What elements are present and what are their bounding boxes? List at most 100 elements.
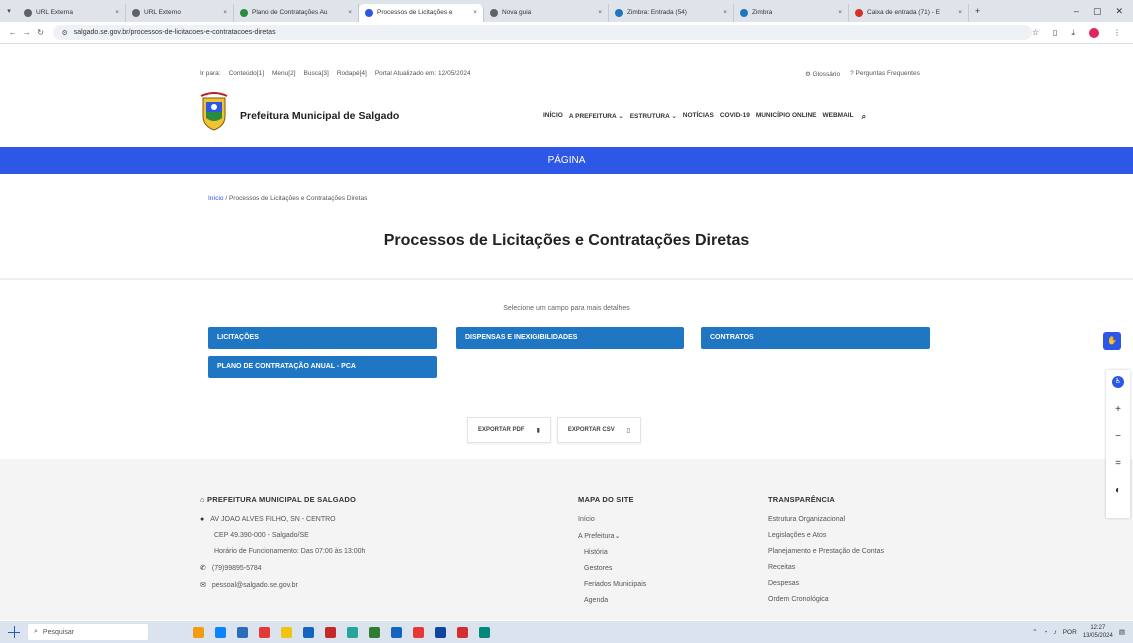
close-icon[interactable]: ×	[473, 9, 477, 16]
word-icon[interactable]	[391, 626, 402, 638]
coat-of-arms-logo[interactable]	[200, 92, 228, 132]
export-pdf-button[interactable]: EXPORTAR PDF ▮	[467, 417, 551, 443]
browser-tab[interactable]: Nova guia ×	[484, 3, 609, 22]
home-icon: ⌂	[200, 495, 205, 504]
new-tab-icon[interactable]: +	[975, 6, 980, 16]
nav-prefeitura[interactable]: A PREFEITURA ⌄	[569, 112, 624, 122]
download-icon[interactable]: ⤓	[1071, 28, 1075, 38]
weather-icon[interactable]	[193, 626, 204, 638]
reload-icon[interactable]: ↻	[34, 28, 48, 37]
transparency-link[interactable]: Receitas	[768, 564, 884, 571]
forward-icon[interactable]: →	[20, 28, 34, 37]
edge-icon[interactable]	[215, 626, 226, 638]
nav-inicio[interactable]: INÍCIO	[543, 112, 563, 122]
close-icon[interactable]: ×	[115, 9, 119, 16]
close-icon[interactable]: ×	[598, 9, 602, 16]
font-reset-icon[interactable]: =	[1115, 458, 1121, 469]
faq-link[interactable]: ? Perguntas Frequentes	[850, 70, 920, 78]
pdf-reader-icon[interactable]	[457, 626, 468, 638]
browser-tab[interactable]: URL Externa ×	[18, 3, 126, 22]
tab-search-icon[interactable]: ▾	[0, 7, 18, 15]
browser-tab[interactable]: URL Externo ×	[126, 3, 234, 22]
sitemap-link[interactable]: Gestores	[578, 565, 646, 572]
search-icon[interactable]: ⌕	[862, 112, 866, 122]
footer-email[interactable]: ✉ pessoal@salgado.se.gov.br	[200, 581, 365, 589]
skip-search-link[interactable]: Busca[3]	[304, 70, 329, 77]
dispensas-button[interactable]: DISPENSAS E INEXIGIBILIDADES	[456, 327, 684, 349]
transparency-link[interactable]: Despesas	[768, 580, 884, 587]
vlibras-button[interactable]: ✋	[1103, 332, 1121, 350]
licitacoes-button[interactable]: LICITAÇÕES	[208, 327, 437, 349]
transparency-link[interactable]: Legislações e Atos	[768, 532, 884, 539]
export-csv-button[interactable]: EXPORTAR CSV ▯	[556, 417, 642, 443]
site-name[interactable]: Prefeitura Municipal de Salgado	[240, 110, 399, 122]
browser-tab-active[interactable]: Processos de Licitações e ×	[359, 3, 484, 22]
excel-icon[interactable]	[369, 626, 380, 638]
close-icon[interactable]: ×	[958, 9, 962, 16]
transparency-link[interactable]: Ordem Cronológica	[768, 596, 884, 603]
browser-tab[interactable]: Zimbra ×	[734, 3, 849, 22]
close-icon[interactable]: ×	[838, 9, 842, 16]
app-icon[interactable]	[479, 626, 490, 638]
tray-chevron-icon[interactable]: ⌃	[1032, 628, 1037, 636]
browser-tab[interactable]: Zimbra: Entrada (54) ×	[609, 3, 734, 22]
profile-avatar[interactable]	[1089, 27, 1099, 38]
skip-footer-link[interactable]: Rodapé[4]	[337, 70, 367, 77]
close-window-icon[interactable]: ✕	[1115, 6, 1123, 17]
windows-start-icon[interactable]	[8, 626, 20, 638]
nav-webmail[interactable]: WEBMAIL	[823, 112, 854, 122]
url-input[interactable]: ⚙ salgado.se.gov.br/processos-de-licitac…	[53, 25, 1032, 40]
maximize-icon[interactable]: ▢	[1093, 6, 1102, 17]
store-icon[interactable]	[303, 626, 314, 638]
close-icon[interactable]: ×	[223, 9, 227, 16]
font-decrease-icon[interactable]: −	[1115, 431, 1121, 442]
sitemap-link[interactable]: A Prefeitura⌄	[578, 532, 646, 540]
back-icon[interactable]: ←	[6, 28, 20, 37]
volume-icon[interactable]: ♪	[1053, 629, 1056, 636]
nav-covid[interactable]: COVID-19	[720, 112, 750, 122]
nav-estrutura[interactable]: ESTRUTURA ⌄	[630, 112, 677, 122]
nav-noticias[interactable]: NOTÍCIAS	[683, 112, 714, 122]
sitemap-link[interactable]: Feriados Municipais	[578, 581, 646, 588]
contratos-button[interactable]: CONTRATOS	[701, 327, 930, 349]
contrast-icon[interactable]: ◐	[1115, 485, 1121, 496]
browser-tab[interactable]: Plano de Contratações Au ×	[234, 3, 359, 22]
lang-indicator[interactable]: POR	[1063, 629, 1077, 636]
transparency-link[interactable]: Planejamento e Prestação de Contas	[768, 548, 884, 555]
chrome-icon[interactable]	[259, 626, 270, 638]
browser-tab[interactable]: Caixa de entrada (71) - E ×	[849, 3, 969, 22]
file-explorer-icon[interactable]	[281, 626, 292, 638]
sitemap-link[interactable]: Início	[578, 516, 646, 523]
font-increase-icon[interactable]: +	[1115, 404, 1121, 415]
minimize-icon[interactable]: –	[1074, 6, 1079, 17]
footer-sitemap-col: MAPA DO SITE Início A Prefeitura⌄ Histór…	[578, 495, 646, 613]
nav-municipio-online[interactable]: MUNICÍPIO ONLINE	[756, 112, 817, 122]
menu-kebab-icon[interactable]: ⋮	[1113, 28, 1121, 37]
close-icon[interactable]: ×	[723, 9, 727, 16]
footer-phone[interactable]: ✆ (79)99895-5784	[200, 564, 365, 572]
bookmark-star-icon[interactable]: ☆	[1032, 28, 1039, 37]
notifications-icon[interactable]: ▤	[1119, 628, 1125, 636]
sidepanel-icon[interactable]: ▯	[1053, 28, 1057, 37]
site-info-icon[interactable]: ⚙	[61, 29, 67, 37]
clock[interactable]: 12:27 13/05/2024	[1083, 624, 1113, 640]
glossary-link[interactable]: ⚙ Glossário	[805, 70, 840, 78]
divider	[0, 278, 1133, 280]
transparency-link[interactable]: Estrutura Organizacional	[768, 516, 884, 523]
app-icon[interactable]	[413, 626, 424, 638]
sitemap-link[interactable]: História	[578, 549, 646, 556]
sitemap-link[interactable]: Agenda	[578, 597, 646, 604]
task-view-icon[interactable]	[237, 626, 248, 638]
close-icon[interactable]: ×	[348, 9, 352, 16]
skip-content-link[interactable]: Conteúdo[1]	[229, 70, 264, 77]
skip-menu-link[interactable]: Menu[2]	[272, 70, 296, 77]
wifi-icon[interactable]: ◔	[1044, 629, 1048, 636]
app-icon[interactable]	[347, 626, 358, 638]
app-icon[interactable]	[325, 626, 336, 638]
breadcrumb-home-link[interactable]: Início	[208, 195, 224, 202]
outlook-icon[interactable]	[435, 626, 446, 638]
taskbar-search-input[interactable]: ⌕ Pesquisar	[28, 624, 148, 640]
search-icon: ⌕	[34, 628, 38, 635]
accessibility-icon[interactable]: ♿	[1112, 376, 1124, 388]
pca-button[interactable]: PLANO DE CONTRATAÇÃO ANUAL - PCA	[208, 356, 437, 378]
